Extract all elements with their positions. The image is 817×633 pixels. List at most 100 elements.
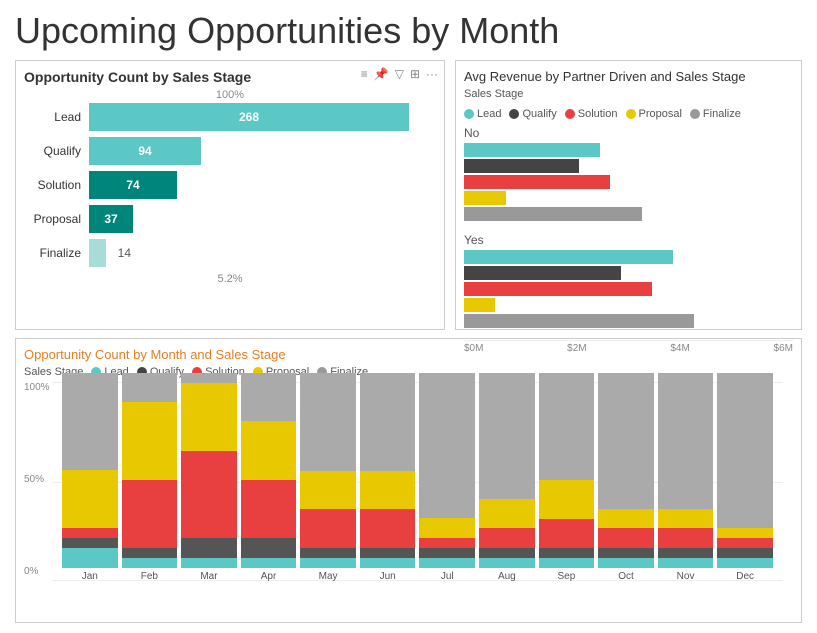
stacked-col-may: May xyxy=(300,373,356,582)
segment-proposal xyxy=(479,499,535,528)
stacked-bar xyxy=(122,373,178,568)
stacked-col-oct: Oct xyxy=(598,373,654,582)
segment-finalize xyxy=(300,373,356,471)
bar-container: 74 xyxy=(89,171,436,199)
h-bar-row xyxy=(464,250,793,264)
h-bar-row xyxy=(464,207,793,221)
legend-label: Qualify xyxy=(522,108,556,120)
pin-icon[interactable]: 📌 xyxy=(374,67,389,81)
stacked-bar xyxy=(241,373,297,568)
bar-container: 37 xyxy=(89,205,436,233)
stacked-bar xyxy=(598,373,654,568)
month-label: Feb xyxy=(141,571,158,582)
segment-lead xyxy=(479,558,535,568)
legend-item-lead: Lead xyxy=(464,108,501,120)
segment-proposal xyxy=(300,471,356,510)
right-panel: Avg Revenue by Partner Driven and Sales … xyxy=(455,60,802,330)
segment-lead xyxy=(598,558,654,568)
menu-icon[interactable]: ≡ xyxy=(361,67,368,81)
segment-lead xyxy=(181,558,237,568)
h-bar-row xyxy=(464,143,793,157)
legend-dot xyxy=(509,109,519,119)
month-label: Jun xyxy=(380,571,396,582)
segment-proposal xyxy=(717,528,773,538)
right-legend-label: Sales Stage xyxy=(464,88,523,100)
month-label: Oct xyxy=(618,571,634,582)
stacked-bar xyxy=(360,373,416,568)
segment-lead xyxy=(658,558,714,568)
bar-container: 14 xyxy=(89,239,436,267)
segment-lead xyxy=(419,558,475,568)
segment-lead xyxy=(241,558,297,568)
right-panel-title: Avg Revenue by Partner Driven and Sales … xyxy=(464,69,793,84)
segment-proposal xyxy=(419,518,475,538)
h-bar-row xyxy=(464,314,793,328)
stacked-col-apr: Apr xyxy=(241,373,297,582)
stacked-col-nov: Nov xyxy=(658,373,714,582)
segment-lead xyxy=(62,548,118,568)
legend-label: Finalize xyxy=(703,108,741,120)
bar-row-finalize: Finalize14 xyxy=(24,239,436,267)
segment-lead xyxy=(300,558,356,568)
h-bar-row xyxy=(464,175,793,189)
expand-icon[interactable]: ⊞ xyxy=(410,67,420,81)
segment-finalize xyxy=(122,373,178,402)
bar-fill: 94 xyxy=(89,137,201,165)
bar-row-proposal: Proposal37 xyxy=(24,205,436,233)
stacked-bar xyxy=(539,373,595,568)
segment-finalize xyxy=(419,373,475,518)
h-bar-fill xyxy=(464,143,600,157)
percent-bottom: 5.2% xyxy=(24,273,436,285)
segment-qualify xyxy=(181,538,237,558)
stacked-col-feb: Feb xyxy=(122,373,178,582)
h-bar-group-no: No xyxy=(464,126,793,221)
h-bar-fill xyxy=(464,159,579,173)
month-label: May xyxy=(319,571,338,582)
segment-solution xyxy=(539,519,595,548)
segment-qualify xyxy=(539,548,595,558)
bar-label: Solution xyxy=(24,178,89,192)
segment-proposal xyxy=(360,471,416,510)
bar-row-qualify: Qualify94 xyxy=(24,137,436,165)
segment-proposal xyxy=(181,383,237,451)
h-bar-fill xyxy=(464,191,506,205)
bar-container: 268 xyxy=(89,103,436,131)
stacked-col-sep: Sep xyxy=(539,373,595,582)
stacked-bar xyxy=(181,373,237,568)
month-label: Sep xyxy=(558,571,576,582)
legend-dot xyxy=(690,109,700,119)
bar-label: Qualify xyxy=(24,144,89,158)
segment-solution xyxy=(658,528,714,548)
stacked-col-jun: Jun xyxy=(360,373,416,582)
stacked-col-mar: Mar xyxy=(181,373,237,582)
segment-qualify xyxy=(658,548,714,558)
bar-fill: 37 xyxy=(89,205,133,233)
left-panel: ≡ 📌 ▽ ⊞ ··· Opportunity Count by Sales S… xyxy=(15,60,445,330)
segment-finalize xyxy=(181,373,237,383)
segment-lead xyxy=(539,558,595,568)
left-bar-chart: 100% Lead268Qualify94Solution74Proposal3… xyxy=(24,89,436,285)
legend-item-proposal: Proposal xyxy=(626,108,682,120)
h-bar-row xyxy=(464,191,793,205)
legend-dot xyxy=(565,109,575,119)
month-label: Aug xyxy=(498,571,516,582)
segment-solution xyxy=(717,538,773,548)
dashboard: Upcoming Opportunities by Month ≡ 📌 ▽ ⊞ … xyxy=(0,0,817,633)
bar-fill: 74 xyxy=(89,171,177,199)
h-bar-fill xyxy=(464,207,642,221)
page-title: Upcoming Opportunities by Month xyxy=(15,10,802,52)
segment-solution xyxy=(479,528,535,548)
month-label: Nov xyxy=(677,571,695,582)
bar-row-solution: Solution74 xyxy=(24,171,436,199)
segment-qualify xyxy=(122,548,178,558)
segment-proposal xyxy=(539,480,595,519)
month-label: Mar xyxy=(200,571,217,582)
filter-icon[interactable]: ▽ xyxy=(395,67,404,81)
segment-solution xyxy=(241,480,297,538)
h-bar-fill xyxy=(464,250,673,264)
segment-qualify xyxy=(479,548,535,558)
more-icon[interactable]: ··· xyxy=(426,67,438,81)
stacked-bar xyxy=(717,373,773,568)
bottom-chart-area: 100% 50% 0% JanFebMarAprMayJunJulAugSepO… xyxy=(24,382,793,582)
month-label: Dec xyxy=(736,571,754,582)
